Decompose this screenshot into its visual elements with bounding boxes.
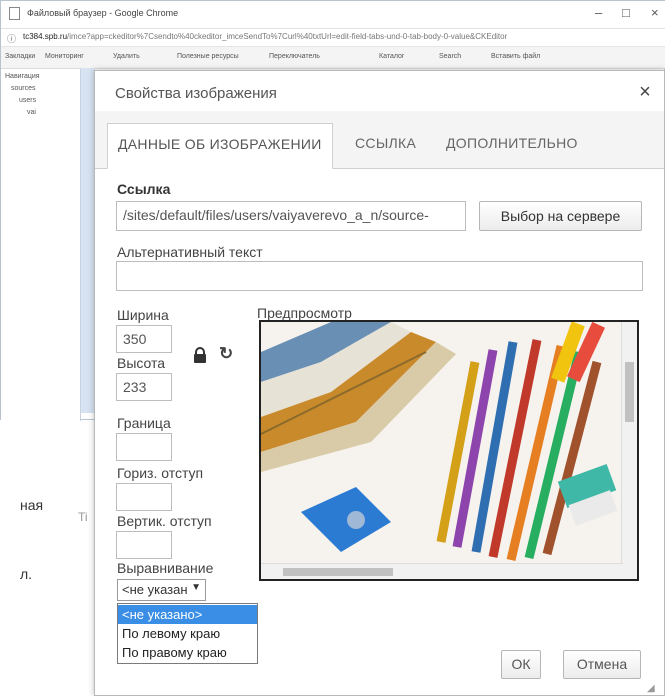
bookmark-item[interactable]: Вставить файл <box>491 53 540 60</box>
browse-server-button[interactable]: Выбор на сервере <box>479 201 642 231</box>
browser-content-strip <box>81 68 95 413</box>
window-close-icon[interactable]: × <box>651 5 659 20</box>
vspace-input[interactable] <box>116 531 172 559</box>
scroll-thumb[interactable] <box>625 362 634 422</box>
ok-button[interactable]: ОК <box>501 650 541 679</box>
vspace-label: Вертик. отступ <box>117 513 212 529</box>
align-select[interactable]: <не указан ▼ <box>117 579 206 601</box>
preview-image <box>261 322 623 565</box>
background-text-fragment: л. <box>20 566 33 582</box>
address-bar[interactable]: ⓘ tc384.spb.ru/imce?app=ckeditor%7Csendt… <box>1 29 665 47</box>
cancel-button[interactable]: Отмена <box>563 650 641 679</box>
align-select-value: <не указан <box>122 582 188 597</box>
tab-advanced[interactable]: ДОПОЛНИТЕЛЬНО <box>436 123 588 169</box>
browser-window-title: Файловый браузер - Google Chrome <box>27 8 179 18</box>
minimize-icon[interactable]: – <box>595 5 602 20</box>
border-input[interactable] <box>116 433 172 461</box>
tab-link[interactable]: ССЫЛКА <box>345 123 426 169</box>
url-label: Ссылка <box>117 181 171 197</box>
bookmark-item[interactable]: Закладки <box>5 53 35 60</box>
close-icon[interactable]: × <box>632 79 658 105</box>
scroll-thumb[interactable] <box>283 568 393 576</box>
align-label: Выравнивание <box>117 560 214 576</box>
border-label: Граница <box>117 415 171 431</box>
file-tree-panel: Навигация sources users vai <box>1 69 81 421</box>
hspace-label: Гориз. отступ <box>117 465 204 481</box>
resize-handle-icon[interactable]: ◢ <box>647 683 655 694</box>
bookmark-item[interactable]: Удалить <box>113 53 140 60</box>
url-input[interactable]: /sites/default/files/users/vaiyaverevo_a… <box>116 201 466 231</box>
bookmarks-bar: Закладки Мониторинг Удалить Полезные рес… <box>1 47 665 69</box>
bookmark-item[interactable]: Search <box>439 53 461 60</box>
bookmark-item[interactable]: Мониторинг <box>45 53 84 60</box>
height-input[interactable]: 233 <box>116 373 172 401</box>
tree-item[interactable]: users <box>19 97 36 104</box>
reset-size-icon[interactable]: ↻ <box>219 344 233 364</box>
tree-item[interactable]: vai <box>27 109 36 116</box>
preview-vertical-scrollbar[interactable] <box>621 322 637 579</box>
width-input[interactable]: 350 <box>116 325 172 353</box>
align-option[interactable]: По правому краю <box>118 643 257 662</box>
tab-image-info[interactable]: ДАННЫЕ ОБ ИЗОБРАЖЕНИИ <box>107 123 333 169</box>
tree-item[interactable]: Навигация <box>5 73 40 80</box>
maximize-icon[interactable]: □ <box>622 5 630 20</box>
background-text-fragment: Ti <box>78 510 88 524</box>
align-option[interactable]: <не указано> <box>118 605 257 624</box>
preview-horizontal-scrollbar[interactable] <box>261 563 623 579</box>
align-option[interactable]: По левому краю <box>118 624 257 643</box>
url-text: tc384.spb.ru/imce?app=ckeditor%7Csendto%… <box>23 32 508 41</box>
browser-titlebar: Файловый браузер - Google Chrome – □ × <box>1 1 665 29</box>
alt-text-input[interactable] <box>116 261 643 291</box>
info-icon: ⓘ <box>7 34 17 44</box>
width-label: Ширина <box>117 307 169 323</box>
page-icon <box>9 7 20 20</box>
bookmark-item[interactable]: Переключатель <box>269 53 320 60</box>
bookmark-item[interactable]: Полезные ресурсы <box>177 53 239 60</box>
tree-item[interactable]: sources <box>11 85 36 92</box>
hspace-input[interactable] <box>116 483 172 511</box>
bookmark-item[interactable]: Каталог <box>379 53 404 60</box>
lock-icon[interactable] <box>193 347 207 368</box>
chevron-down-icon: ▼ <box>191 582 201 593</box>
dialog-title: Свойства изображения <box>115 85 277 102</box>
align-dropdown-list: <не указано> По левому краю По правому к… <box>117 603 258 664</box>
height-label: Высота <box>117 355 166 371</box>
preview-label: Предпросмотр <box>257 305 352 321</box>
background-text-fragment: ная <box>20 497 44 513</box>
image-properties-dialog: Свойства изображения × ДАННЫЕ ОБ ИЗОБРАЖ… <box>94 70 665 696</box>
alt-text-label: Альтернативный текст <box>117 244 263 260</box>
image-preview-pane <box>259 320 639 581</box>
